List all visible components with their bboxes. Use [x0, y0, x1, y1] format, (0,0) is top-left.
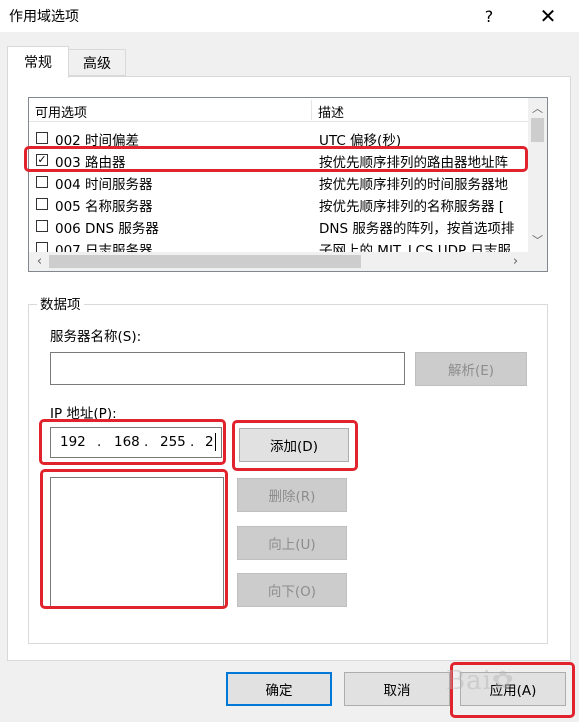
list-item[interactable]: 004 时间服务器 按优先顺序排列的时间服务器地 [29, 171, 529, 193]
highlight-ip-list [40, 469, 228, 609]
resolve-button[interactable]: 解析(E) [415, 352, 527, 386]
help-button[interactable]: ? [466, 0, 512, 32]
column-header-description-label: 描述 [318, 106, 345, 121]
move-down-button-label: 向下(O) [267, 584, 317, 600]
scrollbar-corner [528, 252, 547, 271]
horizontal-scroll-thumb[interactable] [49, 255, 361, 268]
option-checkbox[interactable] [36, 198, 48, 210]
option-description: 按优先顺序排列的时间服务器地 [319, 177, 508, 193]
tab-general-label: 常规 [24, 55, 52, 71]
highlight-router-row [24, 146, 528, 172]
cancel-button-label: 取消 [383, 683, 411, 699]
option-description: DNS 服务器的阵列，按首选项排 [319, 221, 515, 237]
ok-button-label: 确定 [265, 683, 293, 699]
list-item[interactable]: 005 名称服务器 按优先顺序排列的名称服务器 [ [29, 193, 529, 215]
vertical-scrollbar[interactable]: ︿ ﹀ [528, 98, 547, 253]
option-name: 007 日志服务器 [55, 243, 153, 252]
scroll-up-icon[interactable]: ︿ [528, 100, 547, 117]
option-name: 005 名称服务器 [55, 199, 153, 215]
watermark-logo: Bai✿ [446, 666, 515, 696]
column-header-option-label: 可用选项 [35, 106, 88, 121]
option-name: 004 时间服务器 [55, 177, 153, 193]
resolve-button-label: 解析(E) [447, 363, 495, 379]
option-checkbox[interactable] [36, 242, 48, 252]
scroll-left-icon[interactable]: ‹ [31, 252, 48, 271]
list-item[interactable]: 006 DNS 服务器 DNS 服务器的阵列，按首选项排 [29, 215, 529, 237]
server-name-input[interactable] [50, 352, 405, 385]
scroll-down-icon[interactable]: ﹀ [528, 232, 547, 249]
option-description: 子网上的 MIT_LCS UDP 日志服 [319, 243, 511, 252]
highlight-ip-input [39, 419, 226, 465]
data-group-title: 数据项 [37, 293, 84, 313]
option-description: 按优先顺序排列的名称服务器 [ [319, 199, 505, 215]
cancel-button[interactable]: 取消 [344, 672, 450, 706]
list-header: 可用选项 描述 [29, 98, 529, 122]
list-item[interactable]: 007 日志服务器 子网上的 MIT_LCS UDP 日志服 [29, 237, 529, 252]
window-title: 作用域选项 [9, 9, 79, 25]
highlight-add-button [232, 420, 358, 471]
option-checkbox[interactable] [36, 132, 48, 144]
horizontal-scrollbar[interactable]: ‹ › [29, 252, 528, 271]
ok-button[interactable]: 确定 [226, 672, 332, 706]
tab-advanced-label: 高级 [83, 56, 111, 72]
option-checkbox[interactable] [36, 220, 48, 232]
remove-button[interactable]: 删除(R) [237, 478, 347, 512]
options-listview[interactable]: 可用选项 描述 002 时间偏差 UTC 偏移(秒) ✓ 003 路由器 按优先… [28, 97, 548, 272]
title-bar: 作用域选项 ? ✕ [0, 0, 579, 32]
move-down-button[interactable]: 向下(O) [237, 573, 347, 607]
option-checkbox[interactable] [36, 176, 48, 188]
option-name: 006 DNS 服务器 [55, 221, 159, 237]
tab-general[interactable]: 常规 [7, 46, 69, 78]
vertical-scroll-thumb[interactable] [531, 118, 544, 142]
help-icon: ? [484, 6, 494, 26]
move-up-button-label: 向上(U) [268, 537, 316, 553]
scroll-right-icon[interactable]: › [507, 252, 524, 271]
close-icon: ✕ [539, 4, 557, 28]
tab-advanced[interactable]: 高级 [68, 49, 126, 76]
close-button[interactable]: ✕ [525, 0, 571, 32]
column-header-description[interactable]: 描述 [312, 98, 529, 122]
remove-button-label: 删除(R) [268, 489, 316, 505]
column-header-option[interactable]: 可用选项 [29, 98, 311, 122]
move-up-button[interactable]: 向上(U) [237, 526, 347, 560]
server-name-label: 服务器名称(S): [50, 329, 142, 345]
